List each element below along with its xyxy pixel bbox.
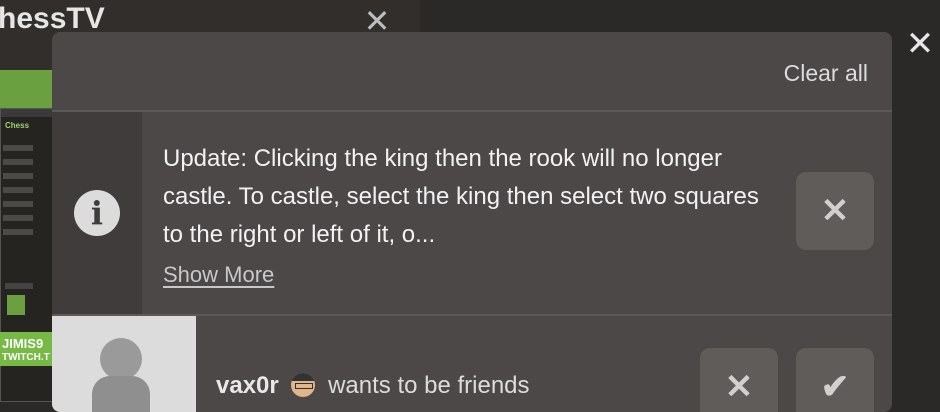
pawn-icon — [100, 338, 142, 380]
user-avatar-icon — [291, 373, 316, 397]
notification-text: Update: Clicking the king then the rook … — [163, 145, 759, 248]
background-window-title: hessTV — [0, 2, 105, 35]
notification-icon-column: i — [52, 112, 142, 315]
check-icon: ✔ — [820, 368, 850, 406]
friend-username[interactable]: vax0r — [216, 372, 279, 399]
banner-text: JIMIS9 — [2, 336, 44, 351]
clear-all-button[interactable]: Clear all — [784, 60, 868, 87]
friend-message: wants to be friends — [328, 372, 530, 399]
avatar[interactable] — [52, 316, 196, 412]
close-icon: ✕ — [820, 192, 850, 230]
thumbnail-logo: Chess — [5, 121, 30, 130]
close-icon[interactable]: ✕ — [904, 27, 936, 61]
show-more-link[interactable]: Show More — [163, 262, 274, 288]
close-icon: ✕ — [724, 368, 754, 406]
notifications-popup: Clear all i Update: Clicking the king th… — [52, 32, 892, 412]
banner-subtext: TWITCH.T — [2, 352, 50, 363]
thumbnail-titlebar — [1, 109, 55, 117]
decline-button[interactable]: ✕ — [700, 348, 778, 412]
thumbnail-search — [5, 283, 33, 289]
divider — [52, 110, 892, 112]
thumbnail-menu — [3, 137, 49, 277]
info-icon: i — [74, 190, 120, 236]
dismiss-button[interactable]: ✕ — [796, 172, 874, 250]
pawn-icon-body — [92, 376, 150, 412]
accept-button[interactable]: ✔ — [796, 348, 874, 412]
friend-request-text: vax0r wants to be friends — [216, 372, 530, 400]
thumbnail-chip — [7, 295, 25, 315]
